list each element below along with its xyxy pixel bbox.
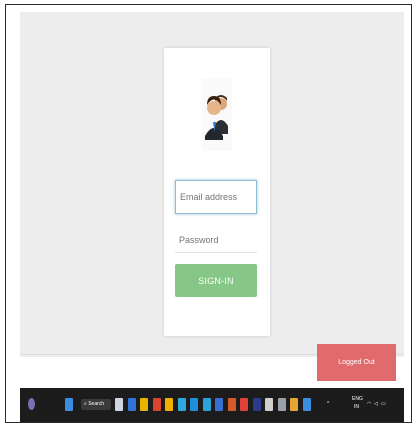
logged-out-button[interactable]: Logged Out [317, 344, 396, 381]
taskbar-search[interactable]: ⌕ Search [81, 399, 111, 410]
tray-language[interactable]: ENG [352, 396, 363, 402]
vscode-icon[interactable] [190, 398, 198, 411]
password-input[interactable] [175, 227, 257, 253]
tray-region: IN [354, 404, 359, 410]
volume-icon[interactable]: ◁ [374, 401, 378, 407]
store-icon[interactable] [165, 398, 173, 411]
search-icon: ⌕ [84, 401, 87, 407]
terminal-icon[interactable] [252, 398, 261, 411]
tray-chevron-icon[interactable]: ^ [327, 401, 329, 407]
widgets-icon[interactable] [28, 398, 35, 410]
edge-icon[interactable] [177, 398, 186, 411]
record-icon[interactable] [240, 398, 248, 411]
battery-icon[interactable]: ▭ [381, 401, 386, 407]
notepad-icon[interactable] [202, 398, 211, 411]
taskbar: ⌕ Search ^ ENG IN ◠ ◁ ▭ [20, 388, 404, 422]
paint-icon[interactable] [290, 398, 298, 411]
app-icon[interactable] [302, 398, 311, 411]
office-icon[interactable] [140, 398, 148, 411]
folder-icon[interactable] [152, 398, 161, 411]
file-explorer-icon[interactable] [115, 398, 123, 411]
windows-start-icon[interactable] [65, 398, 73, 411]
chrome-icon[interactable] [127, 398, 136, 411]
wifi-icon[interactable]: ◠ [367, 401, 371, 407]
user-avatar [202, 78, 232, 151]
calculator-icon[interactable] [277, 398, 286, 411]
photos-icon[interactable] [215, 398, 223, 411]
powerpoint-icon[interactable] [227, 398, 236, 411]
email-input[interactable] [175, 180, 257, 214]
sign-in-button[interactable]: SIGN-IN [175, 264, 257, 297]
notion-icon[interactable] [265, 398, 273, 411]
user-avatar-icon [202, 78, 232, 151]
search-label: Search [88, 401, 105, 407]
